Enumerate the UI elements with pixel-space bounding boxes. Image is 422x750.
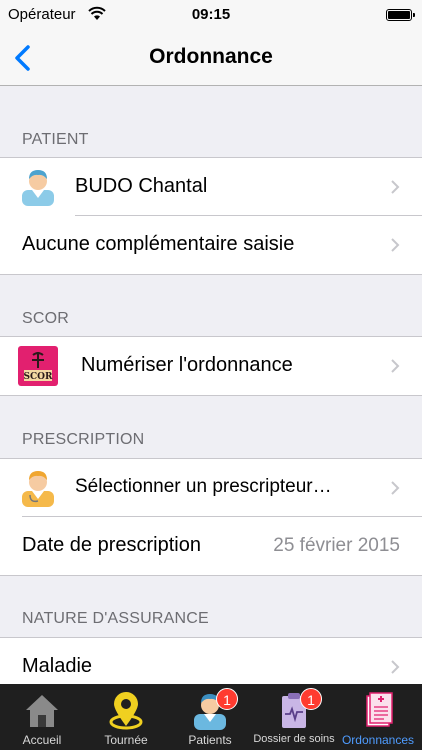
tab-label: Ordonnances (341, 733, 415, 747)
tab-patients[interactable]: 1 Patients (168, 684, 252, 750)
patient-name: BUDO Chantal (75, 175, 208, 197)
clock: 09:15 (191, 6, 231, 23)
chevron-right-icon (391, 481, 400, 495)
prescription-group: Sélectionner un prescripteur… Date de pr… (0, 458, 422, 576)
prescriber-label: Sélectionner un prescripteur… (75, 476, 332, 497)
tab-tournee[interactable]: Tournée (84, 684, 168, 750)
tab-label: Patients (188, 733, 232, 747)
chevron-right-icon (391, 180, 400, 194)
status-bar: Opérateur 09:15 (0, 0, 422, 30)
section-header-patient: PATIENT (22, 131, 89, 148)
prescription-date-label: Date de prescription (22, 534, 201, 556)
tab-label: Accueil (22, 733, 62, 747)
tab-ordonnances[interactable]: Ordonnances (336, 684, 420, 750)
tab-accueil[interactable]: Accueil (0, 684, 84, 750)
section-header-scor: SCOR (22, 310, 70, 327)
scan-prescription-label: Numériser l'ordonnance (81, 354, 293, 376)
prescription-date-row[interactable]: Date de prescription 25 février 2015 (0, 517, 422, 575)
chevron-right-icon (391, 660, 400, 674)
chevron-right-icon (391, 359, 400, 373)
home-icon (26, 695, 58, 727)
patient-row[interactable]: BUDO Chantal (0, 158, 422, 216)
complementary-insurance-row[interactable]: Aucune complémentaire saisie (0, 216, 422, 274)
dossier-badge: 1 (300, 688, 322, 710)
tab-label: Tournée (104, 733, 148, 747)
prescription-date-value: 25 février 2015 (273, 535, 400, 556)
insurance-type-label: Maladie (22, 655, 93, 677)
tab-label: Dossier de soins (253, 733, 335, 745)
scor-logo-icon: SCOR (18, 346, 58, 386)
chevron-right-icon (391, 238, 400, 252)
patients-badge: 1 (216, 688, 238, 710)
complementary-label: Aucune complémentaire saisie (22, 233, 295, 255)
tab-bar: Accueil Tournée 1 Patients 1 Dossier de … (0, 684, 422, 750)
navigation-bar: Ordonnance (0, 30, 422, 86)
section-header-insurance: NATURE D'ASSURANCE (22, 610, 209, 627)
scor-group: SCOR Numériser l'ordonnance (0, 336, 422, 396)
tab-dossier-de-soins[interactable]: 1 Dossier de soins (252, 684, 336, 750)
page-title: Ordonnance (149, 45, 273, 68)
scan-prescription-row[interactable]: SCOR Numériser l'ordonnance (0, 337, 422, 395)
prescriber-avatar-icon (22, 471, 54, 507)
prescriber-row[interactable]: Sélectionner un prescripteur… (0, 459, 422, 517)
svg-text:SCOR: SCOR (24, 372, 54, 382)
prescription-icon (366, 692, 393, 727)
section-header-prescription: PRESCRIPTION (22, 431, 145, 448)
patient-avatar-icon (22, 170, 54, 206)
battery-icon (386, 9, 415, 21)
map-pin-icon (109, 692, 143, 730)
patient-group: BUDO Chantal Aucune complémentaire saisi… (0, 157, 422, 275)
